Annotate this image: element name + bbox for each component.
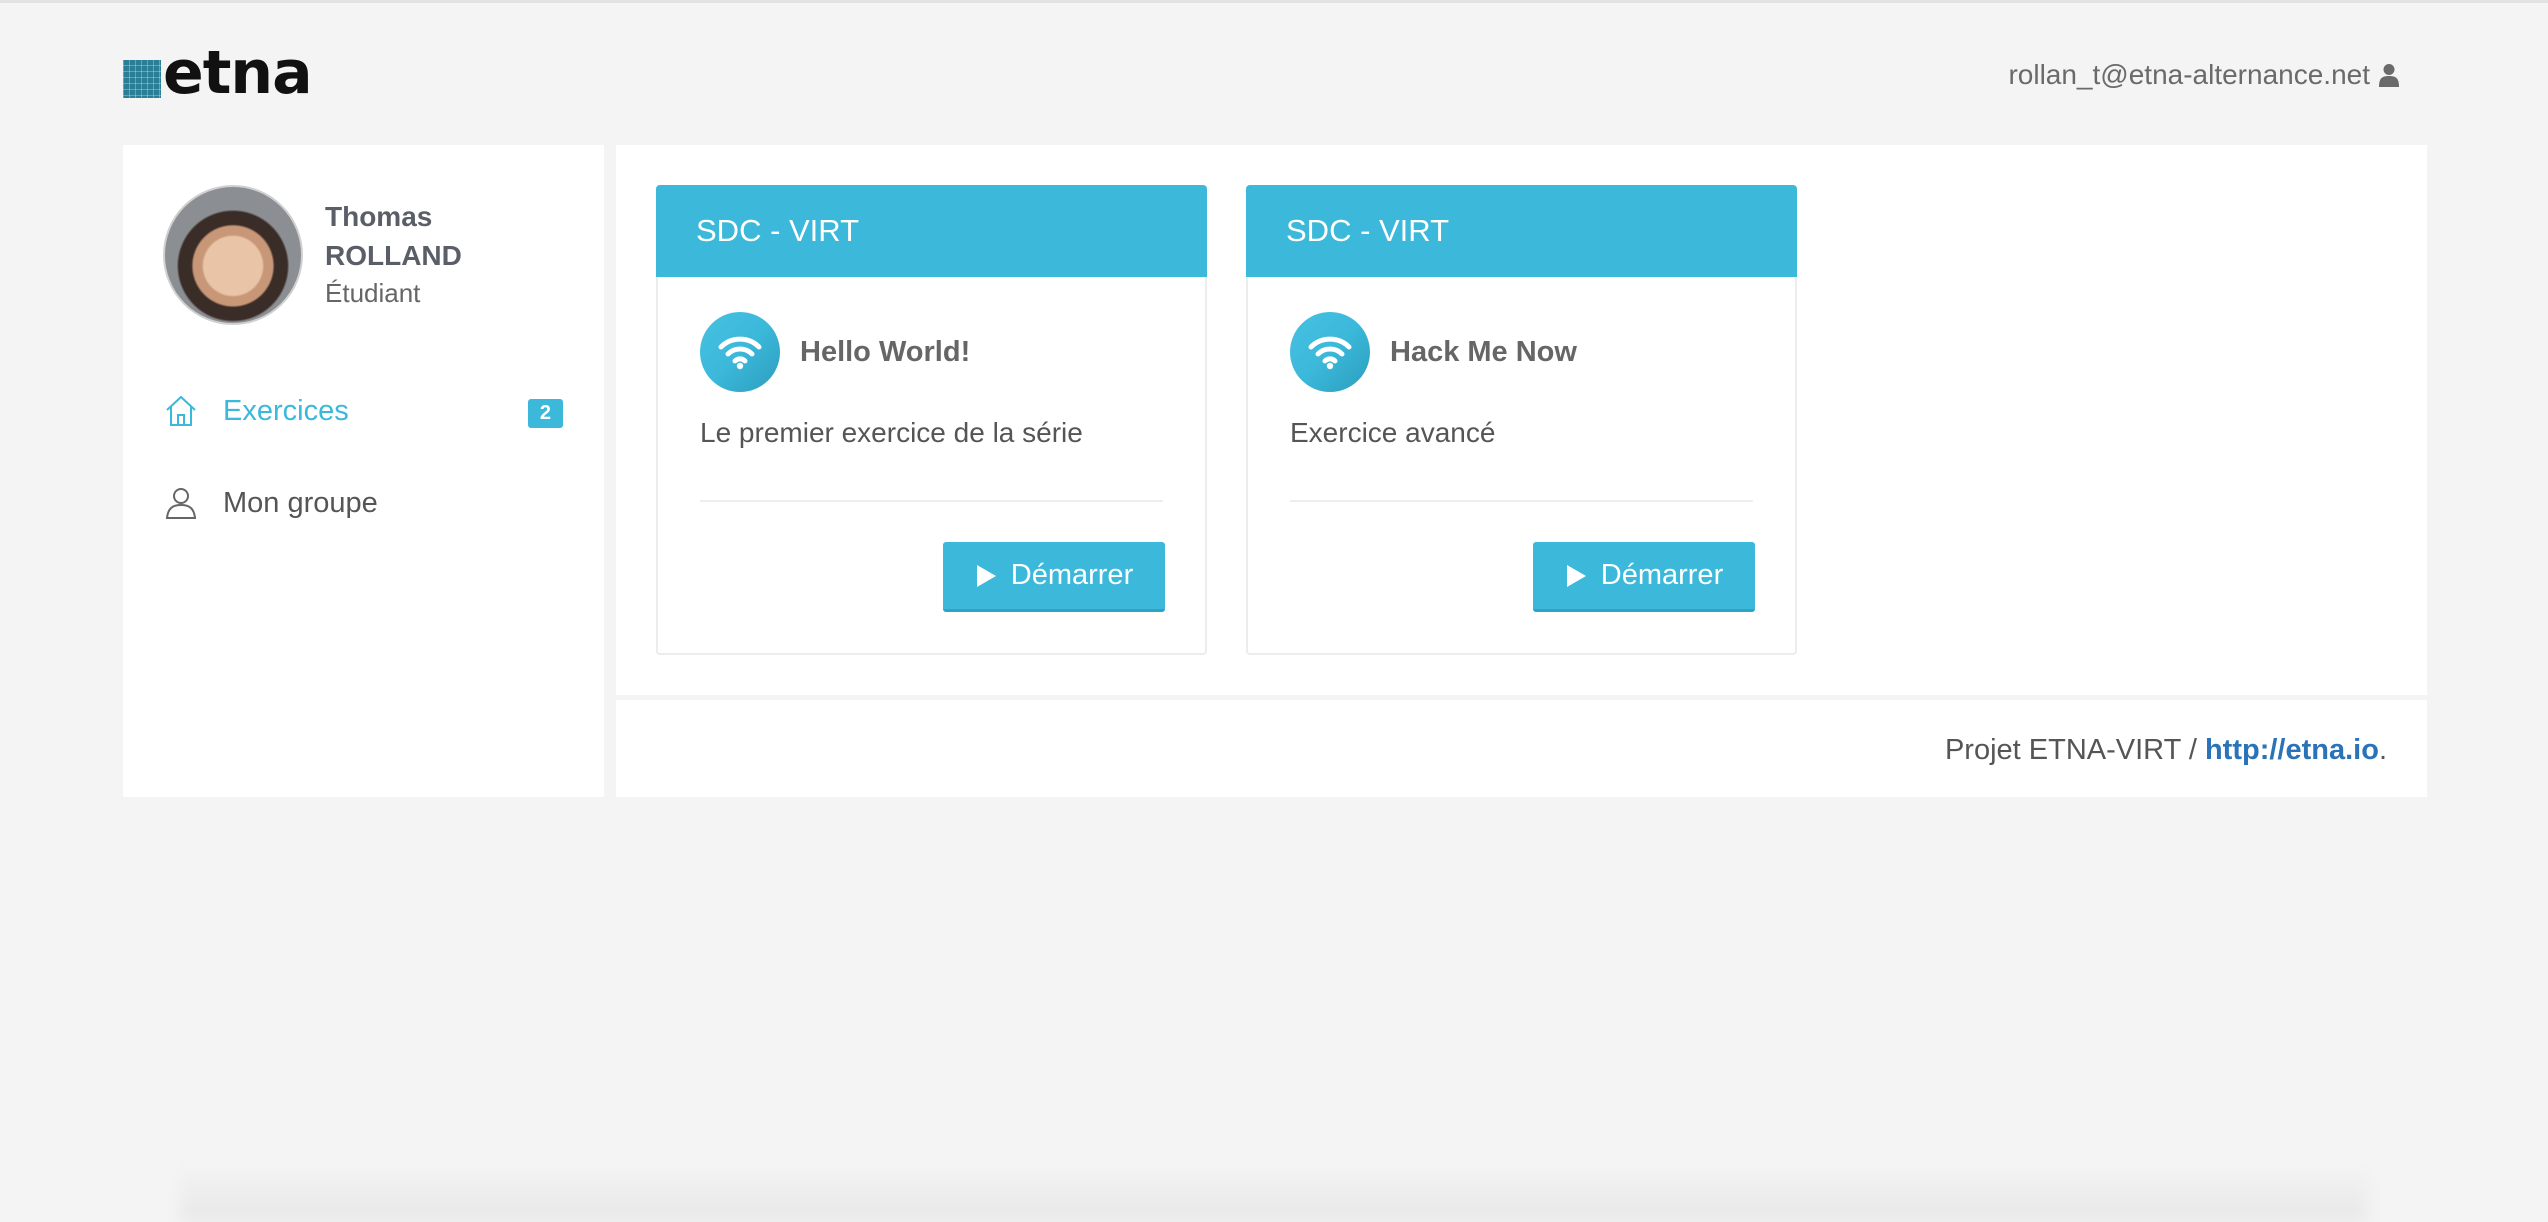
top-header: etna rollan_t@etna-alternance.net: [0, 3, 2548, 143]
start-button-label: Démarrer: [1600, 559, 1724, 591]
profile-role: Étudiant: [325, 278, 421, 308]
card-description: Le premier exercice de la série: [700, 417, 1083, 448]
footer-project-text: Projet ETNA-VIRT /: [1944, 734, 2205, 766]
etna-logo[interactable]: etna: [123, 38, 313, 108]
avatar: [163, 185, 303, 325]
user-email: rollan_t@etna-alternance.net: [2008, 59, 2370, 90]
start-button-label: Démarrer: [1010, 559, 1134, 591]
sidebar: Thomas ROLLAND Étudiant Exercices 2 Mon …: [123, 145, 604, 797]
card-divider: [1290, 500, 1753, 502]
user-icon: [165, 488, 197, 519]
card-title: Hack Me Now: [1390, 335, 1577, 368]
start-button[interactable]: Démarrer: [943, 542, 1165, 612]
card-header: SDC - VIRT: [656, 185, 1207, 277]
footer: Projet ETNA-VIRT / http://etna.io.: [616, 700, 2427, 797]
bottom-shadow: [180, 1162, 2368, 1222]
exercise-card: SDC - VIRT Hello World! Le premier exerc…: [656, 185, 1207, 655]
user-profile: Thomas ROLLAND Étudiant: [163, 185, 462, 325]
user-icon: [2379, 64, 2399, 87]
profile-last-name: ROLLAND: [325, 240, 462, 271]
sidebar-item-exercices[interactable]: Exercices 2: [163, 393, 563, 429]
wifi-icon: [1290, 312, 1370, 392]
card-header: SDC - VIRT: [1246, 185, 1797, 277]
logo-text: etna: [163, 38, 313, 108]
wifi-icon: [700, 312, 780, 392]
home-icon: [166, 395, 196, 426]
card-title: Hello World!: [800, 335, 971, 368]
profile-first-name: Thomas: [325, 201, 433, 232]
logo-mark-icon: [123, 60, 161, 98]
sidebar-item-label: Exercices: [223, 394, 349, 427]
footer-text: Projet ETNA-VIRT / http://etna.io.: [1945, 734, 2387, 767]
footer-link[interactable]: http://etna.io: [2205, 734, 2379, 766]
card-description: Exercice avancé: [1290, 417, 1496, 448]
exercices-count-badge: 2: [527, 399, 563, 428]
play-icon: [976, 564, 996, 587]
sidebar-item-label: Mon groupe: [223, 486, 378, 519]
footer-suffix: .: [2378, 734, 2387, 766]
user-menu[interactable]: rollan_t@etna-alternance.net: [2008, 59, 2400, 91]
sidebar-item-mon-groupe[interactable]: Mon groupe: [163, 485, 563, 521]
main-content: SDC - VIRT Hello World! Le premier exerc…: [616, 145, 2427, 695]
start-button[interactable]: Démarrer: [1533, 542, 1755, 612]
card-divider: [700, 500, 1163, 502]
play-icon: [1566, 564, 1586, 587]
exercise-card: SDC - VIRT Hack Me Now Exercice avancé D…: [1246, 185, 1797, 655]
